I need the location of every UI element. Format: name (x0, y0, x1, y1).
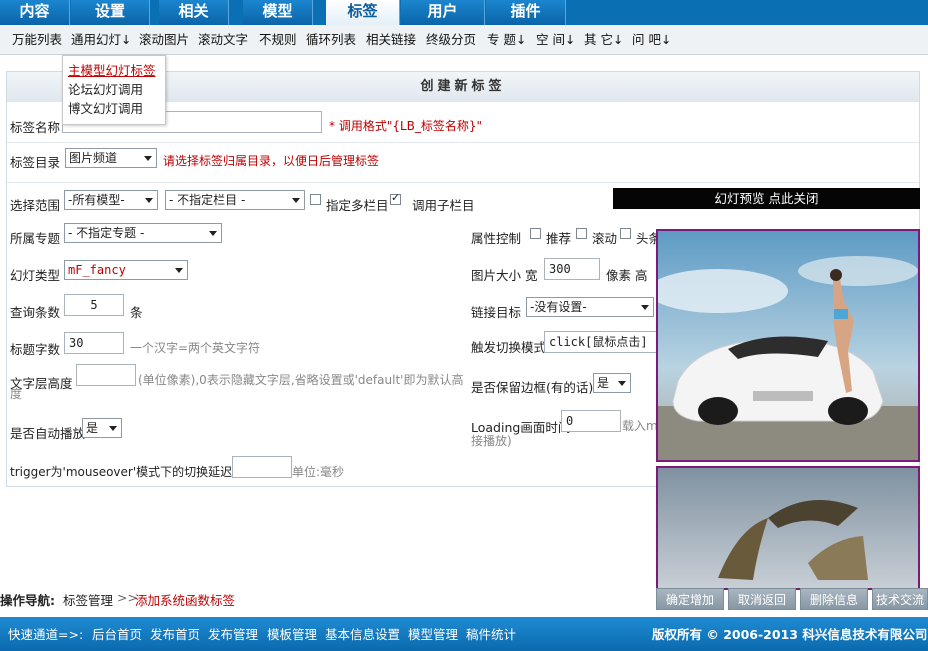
loading-input[interactable]: 0 (561, 410, 621, 432)
loading-hint-2: 接播放) (471, 434, 512, 448)
link-target-label: 链接目标 (471, 305, 522, 320)
subnav-related-links[interactable]: 相关链接 (366, 31, 416, 49)
count-input[interactable]: 5 (64, 294, 124, 316)
subnav-irregular[interactable]: 不规则 (259, 31, 297, 49)
sub-nav: 万能列表 通用幻灯↓ 滚动图片 滚动文字 不规则 循环列表 相关链接 终级分页 … (0, 25, 928, 55)
tab-users[interactable]: 用户 (401, 0, 485, 25)
title-length-hint: 一个汉字=两个英文字符 (130, 341, 261, 355)
subnav-scroll-image[interactable]: 滚动图片 (139, 31, 189, 49)
slide-type-select[interactable]: mF_fancy (64, 260, 188, 280)
footer-link-basic-settings[interactable]: 基本信息设置 (325, 624, 400, 643)
tag-dir-hint: 请选择标签归属目录，以便日后管理标签 (163, 154, 380, 168)
scope-label: 选择范围 (10, 198, 61, 213)
tag-dir-select[interactable]: 图片频道 (65, 148, 157, 168)
text-height-hint: (单位像素),0表示隐藏文字层,省略设置或'default'即为默认高度 (10, 373, 464, 401)
slide-type-label: 幻灯类型 (10, 268, 61, 283)
autoplay-label: 是否自动播放 (10, 426, 86, 441)
preview-close-bar[interactable]: 幻灯预览 点此关闭 (613, 188, 920, 209)
footer-bar: 快速通道=>: 后台首页 发布首页 发布管理 模板管理 基本信息设置 模型管理 … (0, 617, 928, 651)
border-select[interactable]: 是 (593, 373, 631, 393)
confirm-add-button[interactable]: 确定增加 (656, 588, 724, 610)
title-length-label: 标题字数 (10, 342, 61, 357)
scroll-label: 滚动 (592, 231, 618, 246)
delete-info-button[interactable]: 删除信息 (800, 588, 868, 610)
quick-access-label: 快速通道=>: (8, 627, 84, 642)
column-select[interactable]: - 不指定栏目 - (165, 190, 305, 210)
title-length-input[interactable]: 30 (64, 332, 124, 354)
subnav-scroll-text[interactable]: 滚动文字 (198, 31, 248, 49)
recommend-label: 推荐 (546, 231, 572, 246)
footer-link-stats[interactable]: 稿件统计 (466, 624, 516, 643)
subnav-space[interactable]: 空 间↓ (536, 31, 575, 49)
preview-photo-gullwing (656, 466, 920, 590)
car-photo-image (658, 231, 918, 460)
breadcrumb-current: 添加系统函数标签 (135, 593, 236, 608)
subnav-universal-list[interactable]: 万能列表 (12, 31, 62, 49)
ops-nav-label: 操作导航: (0, 593, 55, 608)
sub-column-label: 调用子栏目 (412, 198, 475, 213)
row-divider (7, 142, 919, 143)
tech-support-button[interactable]: 技术交流 (872, 588, 928, 610)
gullwing-photo-image (658, 468, 918, 588)
breadcrumb-tag-management[interactable]: 标签管理 (63, 590, 113, 609)
top-nav: 内容 设置 相关 模型 标签 用户 插件 (0, 0, 928, 26)
tag-name-label: 标签名称 (10, 120, 61, 135)
footer-link-publish-manage[interactable]: 发布管理 (208, 624, 258, 643)
model-select[interactable]: -所有模型- (64, 190, 158, 210)
tab-related[interactable]: 相关 (159, 0, 229, 25)
count-unit: 条 (130, 305, 143, 320)
menu-item-forum-slideshow[interactable]: 论坛幻灯调用 (68, 79, 143, 97)
slideshow-dropdown-menu: 主模型幻灯标签 论坛幻灯调用 博文幻灯调用 (62, 55, 166, 125)
subnav-other[interactable]: 其 它↓ (584, 31, 623, 49)
attr-control-label: 属性控制 (471, 231, 522, 246)
menu-item-blog-slideshow[interactable]: 博文幻灯调用 (68, 98, 143, 116)
subnav-pagination[interactable]: 终级分页 (426, 31, 476, 49)
subnav-topic[interactable]: 专 题↓ (487, 31, 526, 49)
tab-content[interactable]: 内容 (0, 0, 70, 25)
topic-label: 所属专题 (10, 231, 61, 246)
trigger-mode-label: 触发切换模式 (471, 340, 547, 355)
topic-select[interactable]: - 不指定专题 - (64, 223, 222, 243)
subnav-slideshow[interactable]: 通用幻灯↓ (71, 31, 131, 49)
image-height-label: 像素 高 (606, 268, 648, 283)
headline-checkbox[interactable] (620, 228, 631, 239)
recommend-checkbox[interactable] (530, 228, 541, 239)
preview-photo-car (656, 229, 920, 462)
tab-settings[interactable]: 设置 (71, 0, 150, 25)
trigger-mode-input[interactable]: click[鼠标点击] (544, 331, 658, 353)
subnav-loop-list[interactable]: 循环列表 (306, 31, 356, 49)
footer-link-admin-home[interactable]: 后台首页 (92, 624, 142, 643)
count-label: 查询条数 (10, 305, 61, 320)
link-target-select[interactable]: -没有设置- (526, 297, 654, 317)
tag-name-hint: * 调用格式"{LB_标签名称}" (329, 119, 483, 133)
tag-dir-label: 标签目录 (10, 155, 61, 170)
autoplay-select[interactable]: 是 (82, 418, 122, 438)
trigger-delay-unit: 单位:毫秒 (292, 465, 345, 479)
menu-item-main-model-slideshow[interactable]: 主模型幻灯标签 (68, 60, 156, 78)
tab-tags[interactable]: 标签 (326, 0, 400, 26)
row-divider (7, 182, 919, 183)
footer-copyright: 版权所有 © 2006-2013 科兴信息技术有限公司 (652, 627, 928, 642)
image-width-input[interactable]: 300 (544, 258, 600, 280)
image-size-label: 图片大小 宽 (471, 268, 538, 283)
footer-link-model-manage[interactable]: 模型管理 (408, 624, 458, 643)
cancel-return-button[interactable]: 取消返回 (728, 588, 796, 610)
border-label: 是否保留边框(有的话) (471, 380, 594, 395)
footer-link-publish-home[interactable]: 发布首页 (150, 624, 200, 643)
trigger-delay-input[interactable] (232, 456, 292, 478)
tab-plugins[interactable]: 插件 (486, 0, 566, 25)
footer-link-template-manage[interactable]: 模板管理 (267, 624, 317, 643)
sub-column-checkbox[interactable] (390, 191, 401, 205)
multi-column-checkbox[interactable] (310, 194, 321, 205)
trigger-delay-label: trigger为'mouseover'模式下的切换延迟 (10, 465, 233, 479)
multi-column-label: 指定多栏目 (326, 198, 389, 213)
subnav-ask[interactable]: 问 吧↓ (632, 31, 671, 49)
scroll-checkbox[interactable] (576, 228, 587, 239)
tab-model[interactable]: 模型 (243, 0, 313, 25)
